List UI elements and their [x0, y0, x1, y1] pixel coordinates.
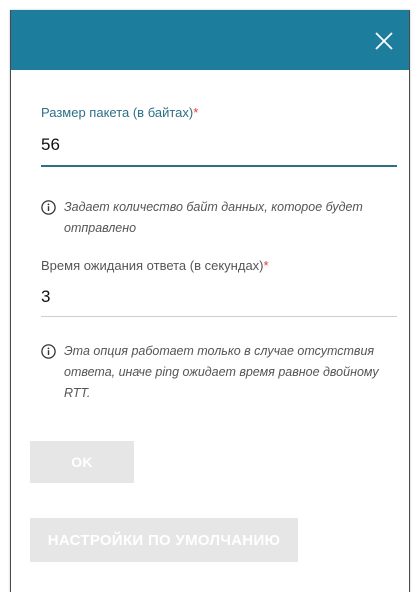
required-mark: * [263, 258, 269, 273]
timeout-field: Время ожидания ответа (в секундах)* [41, 258, 397, 317]
info-icon [41, 344, 56, 359]
close-icon [375, 32, 393, 50]
packet-size-field: Размер пакета (в байтах)* [41, 105, 397, 167]
info-icon [41, 200, 56, 215]
packet-size-input[interactable] [41, 133, 397, 157]
close-button[interactable] [373, 30, 395, 52]
ok-button[interactable]: OK [30, 441, 134, 483]
timeout-hint: Эта опция работает только в случае отсут… [41, 341, 397, 404]
restore-defaults-button[interactable]: НАСТРОЙКИ ПО УМОЛЧАНИЮ [30, 518, 298, 562]
timeout-input[interactable] [41, 285, 397, 309]
timeout-underline [41, 316, 397, 317]
dialog-content: Размер пакета (в байтах)* Задает количес… [41, 70, 397, 404]
dialog-header [11, 10, 409, 70]
packet-size-label-text: Размер пакета (в байтах) [41, 105, 194, 120]
timeout-hint-text: Эта опция работает только в случае отсут… [64, 344, 379, 400]
packet-size-hint-text: Задает количество байт данных, которое б… [64, 200, 363, 235]
timeout-label-text: Время ожидания ответа (в секундах) [41, 258, 264, 273]
timeout-label: Время ожидания ответа (в секундах)* [41, 258, 397, 274]
required-mark: * [193, 105, 199, 120]
packet-size-underline [41, 165, 397, 167]
ping-settings-dialog: Размер пакета (в байтах)* Задает количес… [10, 10, 410, 592]
packet-size-label: Размер пакета (в байтах)* [41, 105, 397, 121]
packet-size-hint: Задает количество байт данных, которое б… [41, 197, 397, 239]
